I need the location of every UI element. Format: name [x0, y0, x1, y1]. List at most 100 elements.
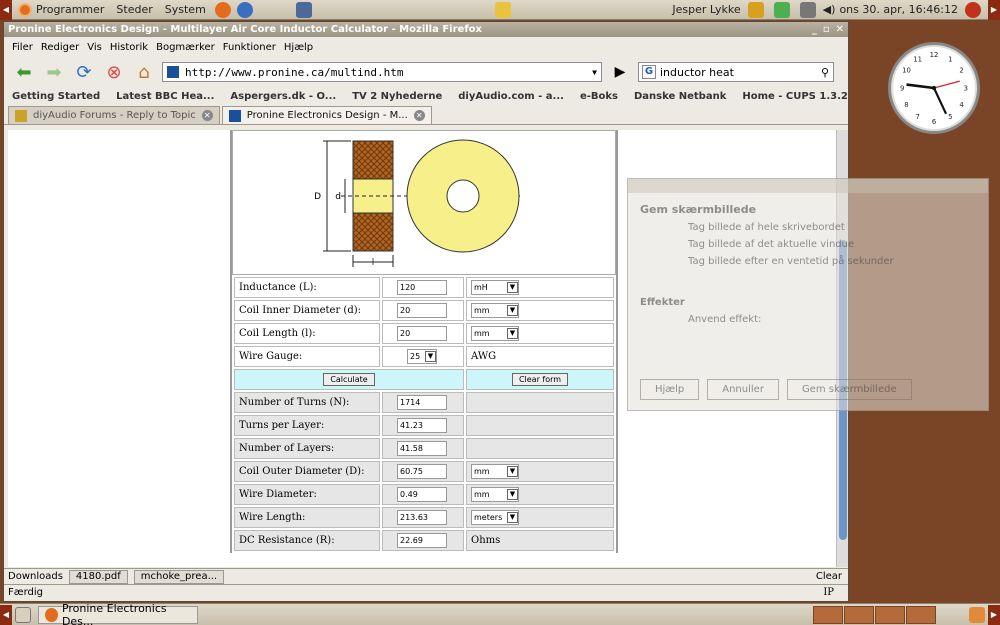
- bookmark-item[interactable]: e-Boks: [580, 91, 618, 102]
- trash-icon[interactable]: [969, 606, 985, 623]
- bookmark-item[interactable]: TV 2 Nyhederne: [352, 91, 442, 102]
- system-menu[interactable]: System: [159, 3, 212, 16]
- bookmark-item[interactable]: Getting Started: [12, 91, 100, 102]
- help-button[interactable]: Hjælp: [640, 379, 700, 400]
- screenshot-launcher-icon[interactable]: [295, 1, 312, 18]
- bookmark-item[interactable]: Danske Netbank: [634, 91, 726, 102]
- bookmark-item[interactable]: Aspergers.dk - O...: [230, 91, 336, 102]
- search-bar[interactable]: G inductor heat ⚲: [638, 62, 834, 82]
- calculate-button[interactable]: Calculate: [323, 373, 375, 386]
- cancel-button[interactable]: Annuller: [707, 379, 779, 400]
- wire-diameter-unit-select[interactable]: mm ▼: [471, 487, 519, 502]
- bookmark-item[interactable]: diyAudio.com - a...: [458, 91, 564, 102]
- firefox-launcher-icon[interactable]: [214, 1, 231, 18]
- menu-history[interactable]: Historik: [106, 42, 152, 53]
- panel-scroll-right[interactable]: ▶: [988, 0, 1000, 20]
- applications-menu[interactable]: Programmer: [12, 2, 110, 17]
- menu-file[interactable]: Filer: [8, 42, 37, 53]
- stop-icon[interactable]: ⊗: [102, 60, 126, 84]
- svg-text:2: 2: [959, 67, 963, 75]
- inductance-unit-select[interactable]: mH ▼: [471, 280, 519, 295]
- show-desktop-icon[interactable]: [15, 606, 31, 623]
- user-name[interactable]: Jesper Lykke: [672, 3, 740, 16]
- wire-length-unit-select[interactable]: meters ▼: [471, 510, 519, 525]
- network-icon[interactable]: [773, 1, 790, 18]
- workspace-3[interactable]: [875, 605, 905, 624]
- task-label: Pronine Electronics Des...: [61, 601, 167, 625]
- result-label: DC Resistance (R):: [234, 530, 380, 551]
- menu-view[interactable]: Vis: [83, 42, 106, 53]
- dc-resistance-unit: Ohms: [466, 530, 614, 551]
- power-icon[interactable]: [965, 1, 981, 18]
- delay-label: Tag billede efter en ventetid på: [688, 256, 845, 267]
- panel-scroll-left[interactable]: ◀: [0, 0, 12, 20]
- coil-length-unit-select[interactable]: mm ▼: [471, 326, 519, 341]
- bookmark-item[interactable]: Home - CUPS 1.3.2: [742, 91, 848, 102]
- bookmark-item[interactable]: Latest BBC Hea...: [116, 91, 214, 102]
- signal-icon[interactable]: [799, 1, 816, 18]
- window-titlebar[interactable]: Pronine Electronics Design - Multilayer …: [4, 22, 848, 37]
- home-icon[interactable]: ⌂: [132, 60, 156, 84]
- outer-diameter-output[interactable]: 60.75: [397, 464, 447, 479]
- go-icon[interactable]: ▶: [608, 60, 632, 84]
- reload-icon[interactable]: ⟳: [72, 60, 96, 84]
- url-bar[interactable]: http://www.pronine.ca/multind.htm ▼: [162, 62, 602, 82]
- workspace-2[interactable]: [844, 605, 874, 624]
- turns-output[interactable]: 1714: [397, 395, 447, 410]
- turns-per-layer-output[interactable]: 41.23: [397, 418, 447, 433]
- workspace-4[interactable]: [906, 605, 936, 624]
- places-menu[interactable]: Steder: [110, 3, 158, 16]
- effect-label: Anvend effekt:: [688, 314, 762, 325]
- close-icon[interactable]: ✕: [836, 24, 844, 35]
- maximize-icon[interactable]: ▫: [823, 24, 830, 35]
- volume-icon[interactable]: ◀): [823, 3, 836, 16]
- inductance-input[interactable]: 120: [397, 280, 447, 295]
- menu-tools[interactable]: Funktioner: [219, 42, 280, 53]
- download-item[interactable]: mchoke_prea...: [133, 569, 225, 584]
- option-whole-desktop[interactable]: Tag billede af hele skrivebordet: [688, 222, 988, 233]
- workspace-1[interactable]: [813, 605, 843, 624]
- wire-gauge-select[interactable]: 25 ▼: [407, 349, 437, 364]
- dropdown-arrow-icon: ▼: [425, 351, 436, 362]
- menu-bookmarks[interactable]: Bogmærker: [152, 42, 219, 53]
- inner-diameter-label: Coil Inner Diameter (d):: [234, 300, 380, 321]
- tab-pronine[interactable]: Pronine Electronics Design - M... ✕: [221, 106, 432, 124]
- help-launcher-icon[interactable]: [236, 1, 253, 18]
- outer-diameter-unit-select[interactable]: mm ▼: [471, 464, 519, 479]
- dc-resistance-output[interactable]: 22.69: [397, 533, 447, 548]
- panel-scroll-right[interactable]: ▶: [988, 604, 1000, 625]
- taskbar-firefox[interactable]: Pronine Electronics Des...: [38, 602, 198, 625]
- clock-text[interactable]: ons 30. apr, 16:46:12: [839, 3, 958, 16]
- coil-length-input[interactable]: 20: [397, 326, 447, 341]
- inner-diameter-input[interactable]: 20: [397, 303, 447, 318]
- folder-icon[interactable]: [494, 1, 511, 18]
- update-icon[interactable]: [747, 1, 764, 18]
- tab-diyaudio[interactable]: diyAudio Forums - Reply to Topic ✕: [8, 106, 220, 124]
- forward-arrow-icon[interactable]: ➡: [42, 60, 66, 84]
- url-dropdown-icon[interactable]: ▼: [592, 68, 601, 77]
- save-screenshot-button[interactable]: Gem skærmbillede: [786, 379, 912, 400]
- tab-close-icon[interactable]: ✕: [201, 110, 213, 121]
- layers-output[interactable]: 41.58: [397, 441, 447, 456]
- wire-length-output[interactable]: 213.63: [397, 510, 447, 525]
- back-arrow-icon[interactable]: ⬅: [12, 60, 36, 84]
- downloads-button[interactable]: Downloads: [8, 571, 63, 582]
- panel-scroll-left[interactable]: ◀: [0, 604, 12, 625]
- tab-label: Pronine Electronics Design - M...: [246, 110, 408, 121]
- clear-downloads-button[interactable]: Clear: [816, 571, 848, 582]
- workspace-switcher[interactable]: [813, 605, 936, 624]
- option-current-window[interactable]: Tag billede af det aktuelle vindue: [688, 239, 988, 250]
- clear-form-button[interactable]: Clear form: [511, 373, 569, 386]
- wire-diameter-output[interactable]: 0.49: [397, 487, 447, 502]
- menu-help[interactable]: Hjælp: [280, 42, 317, 53]
- download-item[interactable]: 4180.pdf: [68, 569, 128, 584]
- google-search-engine-icon[interactable]: G: [642, 65, 656, 79]
- inner-diameter-unit-select[interactable]: mm ▼: [471, 303, 519, 318]
- dropdown-arrow-icon: ▼: [507, 328, 518, 339]
- minimize-icon[interactable]: _: [812, 24, 817, 35]
- menu-edit[interactable]: Rediger: [37, 42, 83, 53]
- tab-close-icon[interactable]: ✕: [413, 110, 425, 121]
- select-value: mm: [474, 490, 490, 499]
- input-row-coil-length: Coil Length (l): 20 mm ▼: [234, 323, 614, 344]
- search-icon[interactable]: ⚲: [821, 66, 833, 79]
